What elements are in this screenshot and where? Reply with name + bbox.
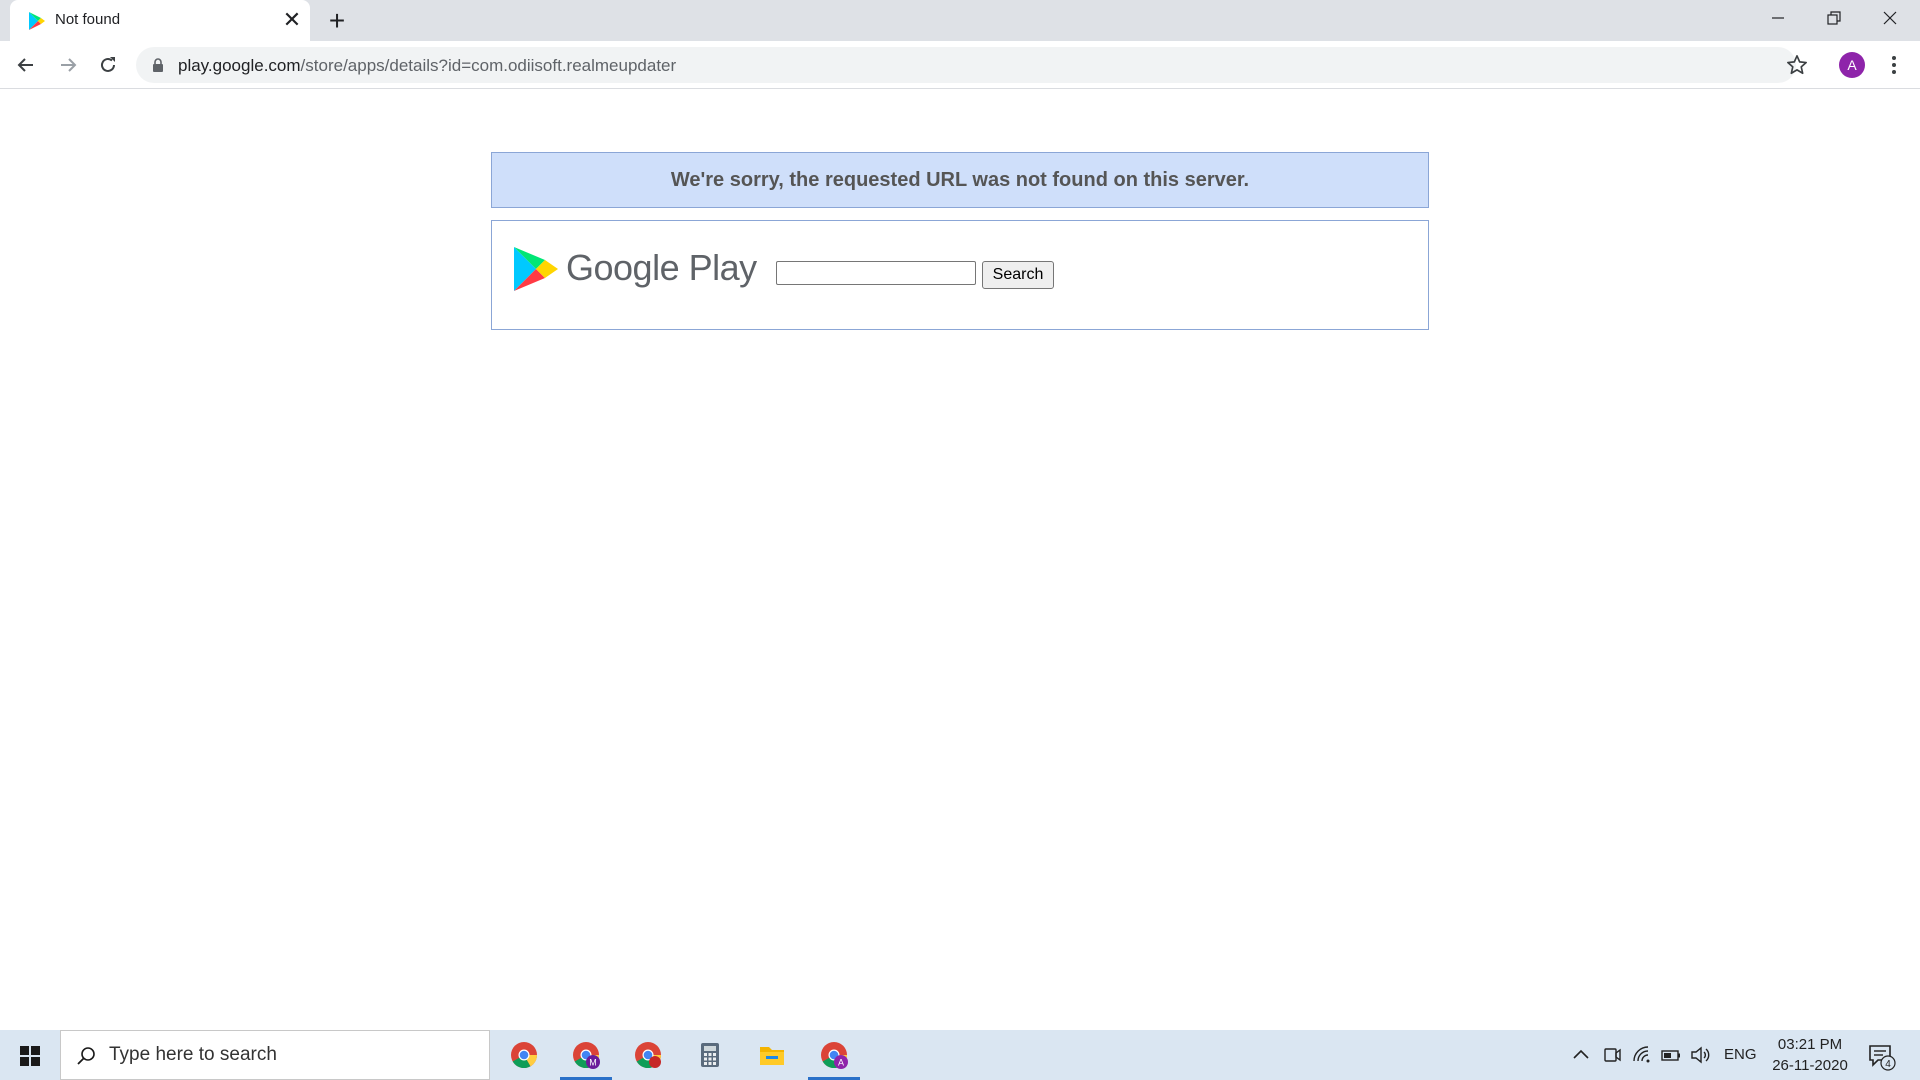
url-path: /store/apps/details?id=com.odiisoft.real… xyxy=(300,56,677,75)
google-play-wordmark[interactable]: Google Play xyxy=(566,247,757,289)
svg-text:A: A xyxy=(838,1058,844,1068)
search-button[interactable]: Search xyxy=(982,261,1054,289)
forward-button[interactable] xyxy=(52,49,84,81)
minimize-button[interactable] xyxy=(1750,0,1806,36)
back-button[interactable] xyxy=(10,49,42,81)
taskbar-app-calculator[interactable] xyxy=(680,1030,740,1080)
error-message-banner: We're sorry, the requested URL was not f… xyxy=(491,152,1429,208)
wifi-icon[interactable] xyxy=(1631,1044,1653,1066)
more-vert-icon[interactable] xyxy=(1884,53,1904,77)
arrow-left-icon xyxy=(17,58,33,72)
tab-not-found[interactable]: Not found ✕ xyxy=(10,0,310,41)
address-bar[interactable]: play.google.com/store/apps/details?id=co… xyxy=(136,47,1796,83)
start-button[interactable] xyxy=(0,1030,60,1080)
url-text[interactable]: play.google.com/store/apps/details?id=co… xyxy=(178,56,676,76)
google-play-favicon-icon xyxy=(29,12,45,30)
taskbar-app-chrome-red[interactable] xyxy=(618,1030,678,1080)
restore-button[interactable] xyxy=(1806,0,1862,36)
taskbar-app-chrome-profile-m[interactable]: M xyxy=(556,1030,616,1080)
chrome-red-icon xyxy=(635,1042,662,1069)
chrome-icon xyxy=(511,1042,538,1069)
search-input[interactable] xyxy=(776,261,976,285)
windows-taskbar: Type here to search M A ENG 03:21 PM 26-… xyxy=(0,1030,1920,1080)
calculator-icon xyxy=(701,1043,719,1067)
tab-title: Not found xyxy=(55,11,121,28)
clock-date: 26-11-2020 xyxy=(1772,1057,1848,1074)
chrome-profile-a-icon: A xyxy=(821,1042,848,1069)
search-panel: Google Play Search xyxy=(491,220,1429,330)
meet-now-icon[interactable] xyxy=(1601,1044,1623,1066)
taskbar-search-box[interactable]: Type here to search xyxy=(60,1030,490,1080)
close-icon xyxy=(1883,11,1897,25)
new-tab-button[interactable]: + xyxy=(322,6,352,36)
reload-icon xyxy=(101,57,115,72)
battery-icon[interactable] xyxy=(1660,1044,1682,1066)
windows-logo-icon xyxy=(20,1046,40,1066)
volume-icon[interactable] xyxy=(1689,1044,1711,1066)
profile-avatar[interactable]: A xyxy=(1839,52,1865,78)
close-window-button[interactable] xyxy=(1862,0,1918,36)
svg-text:M: M xyxy=(589,1058,597,1068)
minimize-icon xyxy=(1772,17,1784,19)
notification-count: 4 xyxy=(1885,1059,1891,1070)
search-icon xyxy=(77,1047,95,1065)
google-play-logo-icon[interactable] xyxy=(512,245,560,293)
restore-icon xyxy=(1827,11,1841,25)
chevron-up-icon[interactable] xyxy=(1570,1044,1592,1066)
browser-titlebar: Not found ✕ + xyxy=(0,0,1920,41)
browser-toolbar: play.google.com/store/apps/details?id=co… xyxy=(0,41,1920,89)
arrow-right-icon xyxy=(61,58,77,72)
notification-icon[interactable]: 4 xyxy=(1866,1041,1896,1071)
taskbar-search-placeholder: Type here to search xyxy=(109,1044,277,1065)
lock-icon[interactable] xyxy=(150,57,166,73)
folder-icon xyxy=(760,1047,784,1065)
chrome-profile-m-icon: M xyxy=(573,1042,600,1069)
reload-button[interactable] xyxy=(92,49,124,81)
taskbar-app-chrome[interactable] xyxy=(494,1030,554,1080)
taskbar-clock[interactable]: 03:21 PM 26-11-2020 xyxy=(1760,1034,1860,1076)
bookmark-star-icon[interactable] xyxy=(1786,54,1808,76)
clock-time: 03:21 PM xyxy=(1777,1036,1843,1053)
taskbar-app-file-explorer[interactable] xyxy=(742,1030,802,1080)
taskbar-app-chrome-profile-a[interactable]: A xyxy=(804,1030,864,1080)
url-host: play.google.com xyxy=(178,56,301,75)
input-language[interactable]: ENG xyxy=(1724,1046,1757,1063)
tab-close-icon[interactable]: ✕ xyxy=(280,8,304,32)
